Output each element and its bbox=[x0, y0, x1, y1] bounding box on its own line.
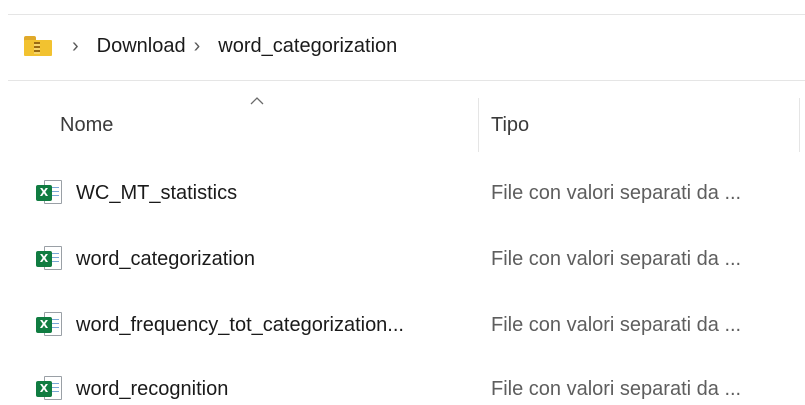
address-bar-top-border bbox=[8, 14, 805, 15]
file-type: File con valori separati da ... bbox=[491, 182, 742, 204]
file-row[interactable]: X word_recognition File con valori separ… bbox=[0, 362, 805, 405]
excel-csv-icon: X bbox=[36, 180, 64, 206]
zip-folder-icon[interactable] bbox=[24, 36, 52, 56]
file-type: File con valori separati da ... bbox=[491, 378, 742, 400]
chevron-right-icon[interactable]: › bbox=[72, 36, 79, 56]
breadcrumb-item-download[interactable]: Download bbox=[93, 29, 190, 64]
file-row[interactable]: X word_categorization File con valori se… bbox=[0, 232, 805, 288]
column-header-row bbox=[0, 96, 805, 152]
column-header-type[interactable]: Tipo bbox=[491, 114, 529, 137]
chevron-right-icon[interactable]: › bbox=[194, 36, 201, 56]
header-divider bbox=[8, 80, 805, 81]
file-name: word_frequency_tot_categorization... bbox=[76, 314, 404, 336]
chevron-up-icon bbox=[250, 97, 264, 105]
file-type: File con valori separati da ... bbox=[491, 314, 742, 336]
breadcrumb: › Download › word_categorization bbox=[24, 24, 401, 68]
file-row[interactable]: X WC_MT_statistics File con valori separ… bbox=[0, 166, 805, 222]
breadcrumb-item-word-categorization[interactable]: word_categorization bbox=[214, 29, 401, 64]
excel-csv-icon: X bbox=[36, 312, 64, 338]
column-resize-handle[interactable] bbox=[799, 98, 800, 152]
file-name: word_categorization bbox=[76, 248, 255, 270]
column-header-name[interactable]: Nome bbox=[60, 114, 113, 137]
excel-csv-icon: X bbox=[36, 376, 64, 402]
file-name: word_recognition bbox=[76, 378, 229, 400]
file-name: WC_MT_statistics bbox=[76, 182, 238, 204]
excel-csv-icon: X bbox=[36, 246, 64, 272]
file-type: File con valori separati da ... bbox=[491, 248, 742, 270]
column-resize-handle[interactable] bbox=[478, 98, 479, 152]
file-row[interactable]: X word_frequency_tot_categorization... F… bbox=[0, 298, 805, 354]
